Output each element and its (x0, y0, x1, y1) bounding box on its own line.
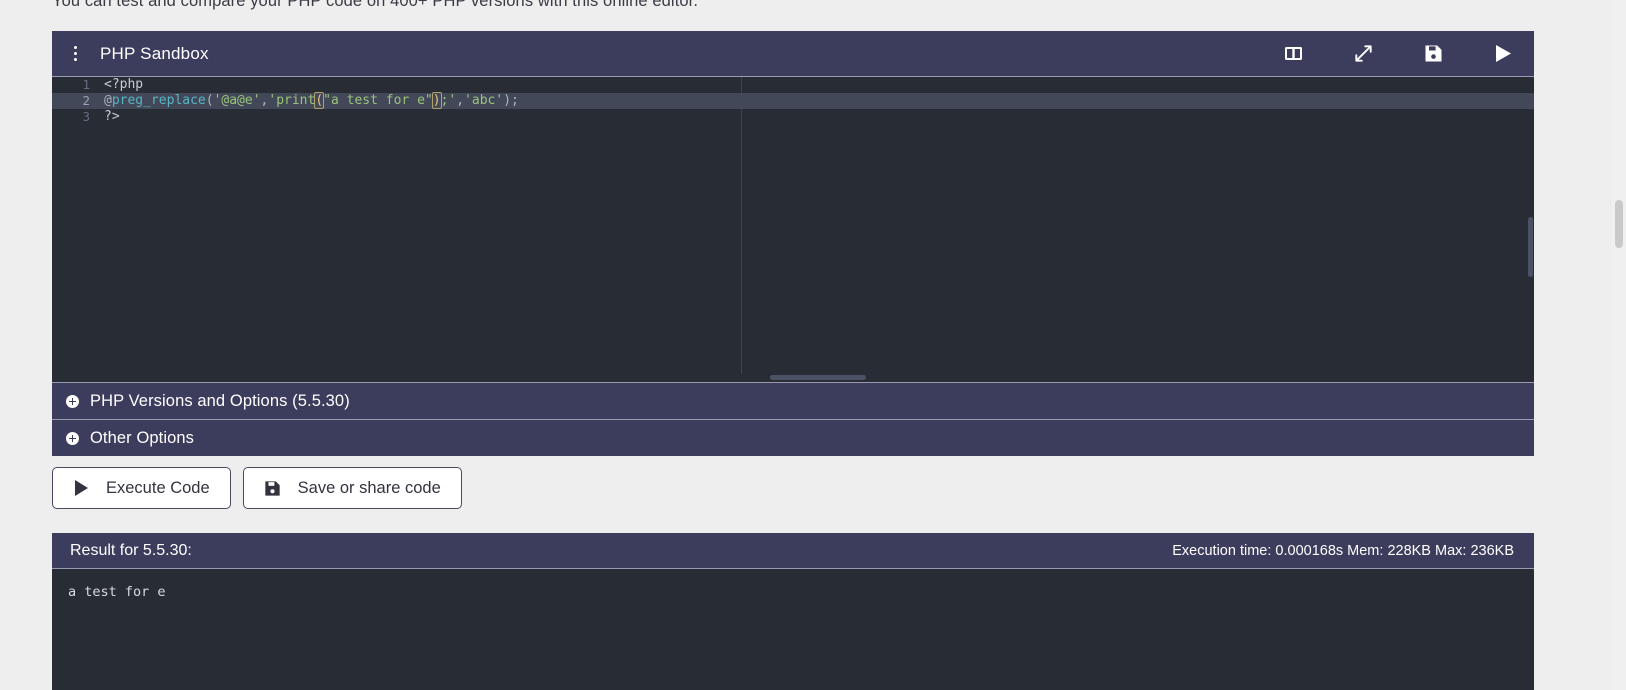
line-number: 2 (82, 93, 90, 109)
code-token: "a test for e" (323, 93, 433, 109)
code-line[interactable]: 2 @preg_replace('@a@e','print("a test for… (52, 92, 1534, 110)
php-versions-and-options-label: PHP Versions and Options (5.5.30) (90, 391, 350, 410)
code-token: ( (205, 93, 214, 109)
execute-code-label: Execute Code (106, 478, 210, 497)
split-view-button[interactable] (1280, 41, 1306, 67)
sandbox-title: PHP Sandbox (100, 43, 209, 63)
php-versions-and-options-bar[interactable]: PHP Versions and Options (5.5.30) (52, 382, 1534, 419)
expand-arrows-icon (1353, 43, 1374, 64)
code-lines[interactable]: 1 <?php 2 @preg_replace('@a@e','print("a te… (52, 77, 1534, 126)
line-number: 3 (82, 109, 90, 125)
code-editor[interactable]: 1 <?php 2 @preg_replace('@a@e','print("a te… (52, 76, 1534, 382)
result-title: Result for 5.5.30: (70, 541, 192, 559)
page-scroll-thumb[interactable] (1615, 200, 1623, 248)
code-token: ;' (440, 93, 457, 109)
code-line[interactable]: 1 <?php (52, 77, 1534, 93)
execute-code-button[interactable]: Execute Code (52, 467, 231, 509)
play-triangle-icon (1493, 43, 1513, 64)
code-token: ); (503, 93, 519, 109)
page-intro-text: You can test and compare your PHP code o… (52, 0, 699, 10)
floppy-disk-icon (1424, 44, 1443, 63)
save-button[interactable] (1420, 41, 1446, 67)
page-scrollbar[interactable] (1612, 0, 1626, 690)
other-options-bar[interactable]: Other Options (52, 419, 1534, 456)
run-button[interactable] (1490, 41, 1516, 67)
code-token: ?> (104, 109, 120, 125)
action-buttons: Execute Code Save or share code (52, 467, 462, 509)
code-token: @ (104, 93, 112, 109)
editor-vertical-scroll-thumb[interactable] (1528, 217, 1533, 277)
kebab-menu-icon[interactable] (62, 46, 88, 61)
plus-circle-icon (66, 394, 79, 408)
save-or-share-code-button[interactable]: Save or share code (242, 467, 462, 509)
code-token: ) (431, 92, 442, 110)
code-token: 'print (268, 93, 316, 109)
line-number: 1 (82, 77, 90, 92)
code-token: preg_replace (111, 93, 206, 109)
editor-horizontal-scroll-thumb[interactable] (770, 375, 866, 380)
sandbox-toolbar (1280, 41, 1516, 67)
code-token: ( (314, 92, 325, 110)
result-header: Result for 5.5.30: Execution time: 0.000… (52, 533, 1534, 568)
play-triangle-icon (73, 479, 89, 497)
code-line-text: @preg_replace('@a@e','print("a test for … (92, 92, 519, 110)
sandbox-titlebar: PHP Sandbox (52, 31, 1534, 76)
code-line-text: <?php (92, 77, 143, 93)
code-token: '@a@e' (213, 93, 261, 109)
floppy-disk-icon (264, 480, 281, 497)
columns-icon (1284, 45, 1303, 62)
save-or-share-code-label: Save or share code (297, 478, 441, 497)
result-execution-meta: Execution time: 0.000168s Mem: 228KB Max… (1172, 542, 1514, 559)
result-output: a test for e (52, 568, 1534, 690)
code-line[interactable]: 3 ?> (52, 109, 1534, 125)
code-line-text: ?> (92, 109, 120, 125)
fullscreen-button[interactable] (1350, 41, 1376, 67)
code-token: 'abc' (464, 93, 504, 109)
other-options-label: Other Options (90, 428, 195, 447)
code-token: <?php (104, 77, 144, 92)
php-sandbox-panel: PHP Sandbox 1 <?php 2 @preg_replace('@a@… (52, 31, 1534, 456)
editor-vertical-scrollbar[interactable] (1528, 77, 1534, 382)
result-panel: Result for 5.5.30: Execution time: 0.000… (52, 533, 1534, 690)
plus-circle-icon (66, 431, 79, 445)
code-token: , (456, 93, 465, 109)
